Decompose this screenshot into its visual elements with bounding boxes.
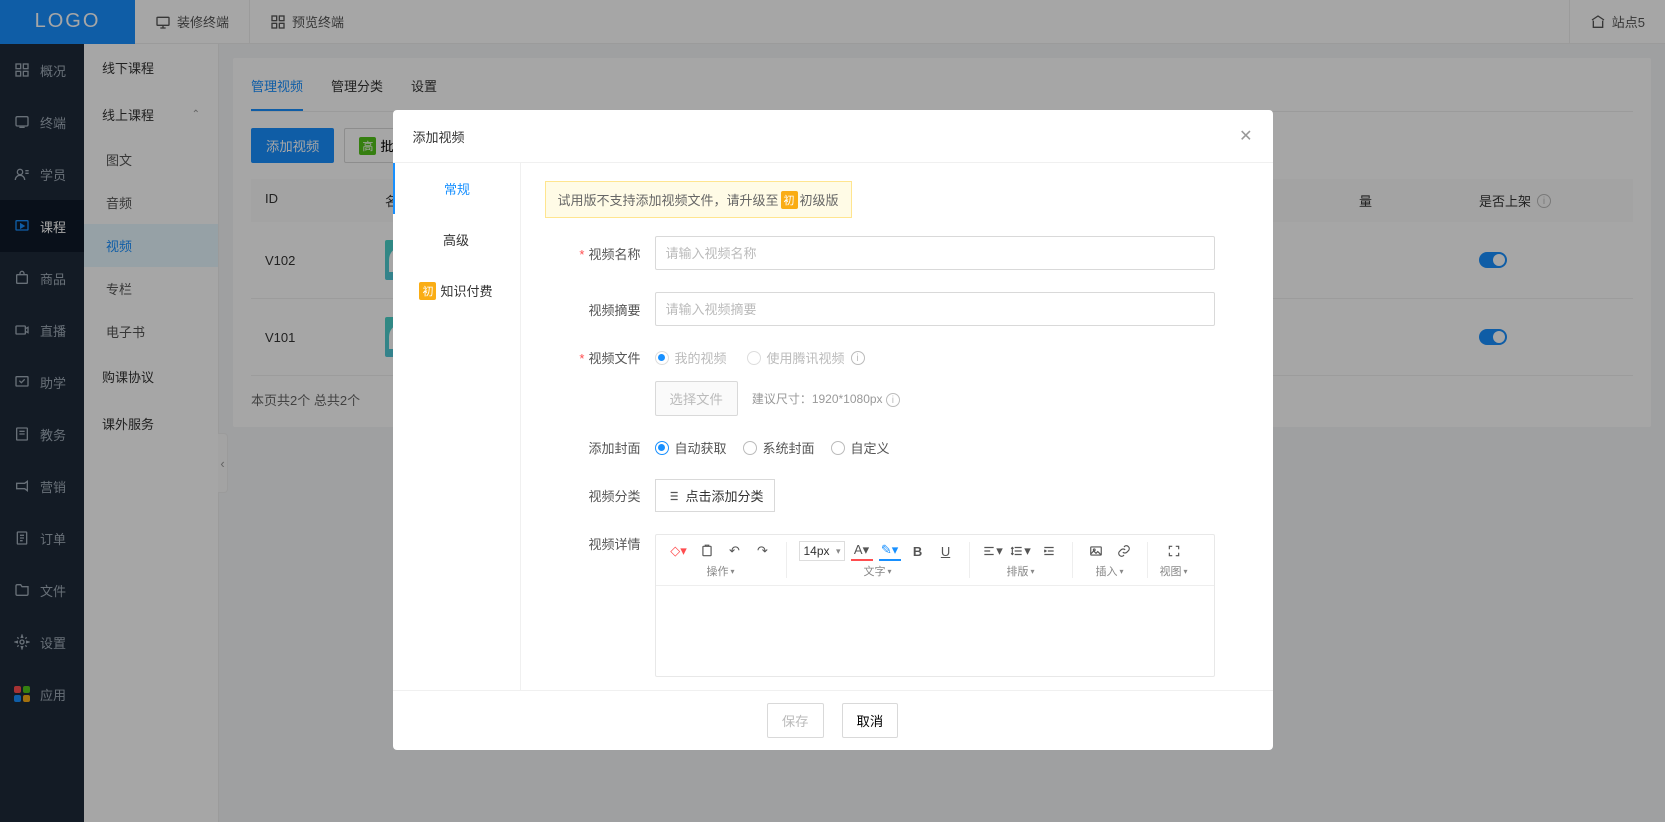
bold-icon[interactable]: B [907, 541, 929, 561]
radio-cover-system[interactable]: 系统封面 [743, 438, 815, 457]
rich-editor: ◇▾ ↶ ↷ 操作 14 [655, 534, 1215, 677]
radio-cover-custom[interactable]: 自定义 [831, 438, 890, 457]
radio-my-video[interactable]: 我的视频 [655, 348, 727, 367]
modal-side: 常规 高级 初知识付费 [393, 163, 521, 690]
undo-icon[interactable]: ↶ [724, 541, 746, 561]
size-hint: 建议尺寸：1920*1080px i [752, 390, 900, 407]
link-icon[interactable] [1113, 541, 1135, 561]
add-video-modal: 添加视频 ✕ 常规 高级 初知识付费 试用版不支持添加视频文件，请升级至 初 初… [393, 110, 1273, 750]
label-file: 视频文件 [545, 348, 641, 367]
group-insert: 插入 [1096, 563, 1124, 579]
editor-toolbar: ◇▾ ↶ ↷ 操作 14 [656, 535, 1214, 586]
close-icon[interactable]: ✕ [1239, 126, 1252, 146]
label-name: 视频名称 [545, 244, 641, 263]
label-summary: 视频摘要 [545, 300, 641, 319]
list-icon [666, 489, 680, 503]
video-name-input[interactable] [655, 236, 1215, 270]
save-button[interactable]: 保存 [767, 703, 824, 738]
eraser-icon[interactable]: ◇▾ [668, 541, 690, 561]
group-operation: 操作 [706, 563, 734, 579]
info-icon[interactable]: i [886, 393, 900, 407]
select-file-button: 选择文件 [655, 381, 738, 416]
image-icon[interactable] [1085, 541, 1107, 561]
underline-icon[interactable]: U [935, 541, 957, 561]
label-detail: 视频详情 [545, 534, 641, 553]
paste-icon[interactable] [696, 541, 718, 561]
video-summary-input[interactable] [655, 292, 1215, 326]
font-size-select[interactable]: 14px [799, 541, 845, 561]
modal-form: 试用版不支持添加视频文件，请升级至 初 初级版 视频名称 视频摘要 视频文件 [521, 163, 1273, 690]
side-general[interactable]: 常规 [393, 163, 520, 214]
font-color-icon[interactable]: A▾ [851, 541, 873, 561]
side-paid[interactable]: 初知识付费 [393, 265, 520, 316]
modal-title: 添加视频 [413, 127, 465, 146]
group-text: 文字 [864, 563, 892, 579]
modal-head: 添加视频 ✕ [393, 110, 1273, 163]
label-category: 视频分类 [545, 486, 641, 505]
label-cover: 添加封面 [545, 438, 641, 457]
side-advanced[interactable]: 高级 [393, 214, 520, 265]
modal-foot: 保存 取消 [393, 690, 1273, 750]
upgrade-alert: 试用版不支持添加视频文件，请升级至 初 初级版 [545, 181, 852, 218]
radio-cover-auto[interactable]: 自动获取 [655, 438, 727, 457]
indent-icon[interactable] [1038, 541, 1060, 561]
fullscreen-icon[interactable] [1163, 541, 1185, 561]
line-height-icon[interactable]: ▾ [1010, 541, 1032, 561]
editor-content[interactable] [656, 586, 1214, 676]
group-view: 视图 [1160, 563, 1188, 579]
add-category-button[interactable]: 点击添加分类 [655, 479, 775, 512]
modal-mask[interactable]: 添加视频 ✕ 常规 高级 初知识付费 试用版不支持添加视频文件，请升级至 初 初… [0, 0, 1665, 822]
align-icon[interactable]: ▾ [982, 541, 1004, 561]
redo-icon[interactable]: ↷ [752, 541, 774, 561]
group-layout: 排版 [1007, 563, 1035, 579]
info-icon[interactable]: i [851, 351, 865, 365]
bg-color-icon[interactable]: ✎▾ [879, 541, 901, 561]
cancel-button[interactable]: 取消 [842, 703, 899, 738]
radio-tencent-video[interactable]: 使用腾讯视频i [747, 348, 865, 367]
